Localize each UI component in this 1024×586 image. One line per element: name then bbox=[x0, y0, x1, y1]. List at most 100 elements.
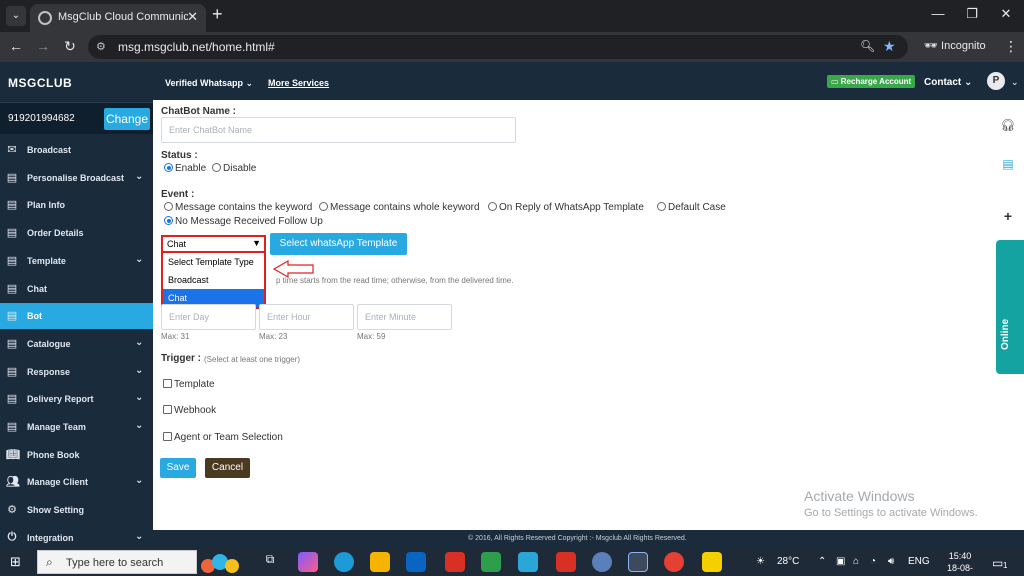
language-indicator[interactable]: ENG bbox=[908, 556, 930, 567]
more-services-link[interactable]: More Services bbox=[268, 78, 329, 88]
back-icon[interactable]: ← bbox=[7, 38, 25, 54]
restore-icon[interactable]: ❐ bbox=[962, 6, 982, 22]
add-icon[interactable]: + bbox=[996, 204, 1020, 228]
forward-icon[interactable]: → bbox=[34, 38, 52, 54]
notification-icon[interactable]: ▭ bbox=[992, 556, 1003, 570]
contact-menu[interactable]: Contact ⌄ bbox=[924, 77, 972, 88]
volume-icon[interactable]: 🔊︎ bbox=[888, 556, 894, 567]
trigger-template-option[interactable]: Template bbox=[163, 379, 215, 390]
reload-icon[interactable]: ↻ bbox=[61, 38, 79, 55]
close-tab-icon[interactable]: ✕ bbox=[187, 9, 198, 25]
browser-tab[interactable]: MsgClub Cloud Communicatio ✕ bbox=[30, 4, 206, 32]
trigger-agent-checkbox[interactable] bbox=[163, 432, 172, 441]
anydesk-icon[interactable] bbox=[556, 552, 576, 572]
wps-icon[interactable] bbox=[445, 552, 465, 572]
support-headset-icon[interactable]: 🎧︎ bbox=[996, 113, 1020, 137]
event-option-keyword[interactable]: Message contains the keyword bbox=[164, 202, 312, 213]
chrome-profile-icon[interactable] bbox=[664, 552, 684, 572]
chrome-icon[interactable] bbox=[628, 552, 648, 572]
edge-icon[interactable] bbox=[334, 552, 354, 572]
url-text[interactable]: msg.msgclub.net/home.html# bbox=[118, 40, 275, 54]
sidebar-item-integration[interactable]: ⏻ Integration ⌄ bbox=[0, 525, 153, 548]
status-disable-option[interactable]: Disable bbox=[212, 163, 256, 174]
sidebar-item-broadcast[interactable]: ✉ Broadcast bbox=[0, 137, 153, 163]
close-window-icon[interactable]: ✕ bbox=[996, 6, 1016, 22]
event-option-template-reply[interactable]: On Reply of WhatsApp Template bbox=[488, 202, 644, 213]
bookmark-star-icon[interactable]: ★ bbox=[883, 38, 896, 55]
sidebar-item-personalise-broadcast[interactable]: ▤ Personalise Broadcast ⌄ bbox=[0, 165, 153, 191]
dropdown-option-select[interactable]: Select Template Type bbox=[163, 253, 264, 271]
radio-default-case[interactable] bbox=[657, 202, 666, 211]
new-tab-button[interactable]: + bbox=[212, 4, 223, 25]
save-button[interactable]: Save bbox=[160, 458, 196, 478]
chatbot-name-input[interactable]: Enter ChatBot Name bbox=[161, 117, 516, 143]
sidebar-item-template[interactable]: ▤ Template ⌄ bbox=[0, 248, 153, 274]
radio-no-message[interactable] bbox=[164, 216, 173, 225]
status-enable-option[interactable]: Enable bbox=[164, 163, 206, 174]
event-option-no-message[interactable]: No Message Received Follow Up bbox=[164, 216, 323, 227]
change-number-button[interactable]: Change bbox=[104, 108, 150, 130]
sidebar-item-manage-client[interactable]: 👥︎ Manage Client ⌄ bbox=[0, 469, 153, 495]
tray-chevron-up-icon[interactable]: ⌃ bbox=[818, 556, 826, 567]
sidebar-item-show-setting[interactable]: ⚙ Show Setting bbox=[0, 497, 153, 523]
taskbar-search[interactable]: ⌕ Type here to search bbox=[37, 550, 197, 574]
followup-hour-input[interactable]: Enter Hour bbox=[259, 304, 354, 330]
task-view-icon[interactable]: ⧉ bbox=[260, 552, 280, 572]
spreadsheet-icon[interactable] bbox=[481, 552, 501, 572]
online-status-tab[interactable]: Online bbox=[996, 240, 1024, 374]
sidebar-item-order-details[interactable]: ▤ Order Details bbox=[0, 220, 153, 246]
trigger-agent-option[interactable]: Agent or Team Selection bbox=[163, 432, 283, 443]
trigger-template-checkbox[interactable] bbox=[163, 379, 172, 388]
recharge-account-button[interactable]: ▭ Recharge Account bbox=[827, 75, 916, 88]
radio-whole-keyword[interactable] bbox=[319, 202, 328, 211]
balloons-icon[interactable] bbox=[200, 552, 244, 573]
template-type-select[interactable]: Chat ▼ bbox=[161, 235, 266, 253]
sidebar-item-response[interactable]: ▤ Response ⌄ bbox=[0, 359, 153, 385]
sidebar-item-chat[interactable]: ▤ Chat bbox=[0, 276, 153, 302]
cancel-button[interactable]: Cancel bbox=[205, 458, 250, 478]
radio-keyword[interactable] bbox=[164, 202, 173, 211]
tool-app-icon[interactable] bbox=[592, 552, 612, 572]
sidebar-item-bot[interactable]: ▤ Bot bbox=[0, 303, 153, 330]
clipboard-icon[interactable]: ▤ bbox=[996, 152, 1020, 176]
outlook-icon[interactable] bbox=[406, 552, 426, 572]
sidebar-item-manage-team[interactable]: ▤ Manage Team ⌄ bbox=[0, 414, 153, 440]
followup-day-input[interactable]: Enter Day bbox=[161, 304, 256, 330]
followup-minute-input[interactable]: Enter Minute bbox=[357, 304, 452, 330]
wifi-icon[interactable]: ◔ bbox=[870, 556, 876, 567]
weather-temp[interactable]: 28°C bbox=[777, 556, 799, 567]
sticky-notes-icon[interactable] bbox=[702, 552, 722, 572]
tray-app-icon[interactable]: ▣ bbox=[836, 556, 845, 567]
radio-template-reply[interactable] bbox=[488, 202, 497, 211]
file-explorer-icon[interactable] bbox=[370, 552, 390, 572]
incognito-indicator[interactable]: 🕶︎ Incognito bbox=[924, 39, 986, 52]
trigger-webhook-option[interactable]: Webhook bbox=[163, 405, 216, 416]
sidebar-item-delivery-report[interactable]: ▤ Delivery Report ⌄ bbox=[0, 386, 153, 412]
select-whatsapp-template-button[interactable]: Select whatsApp Template bbox=[270, 233, 407, 255]
taskbar-clock[interactable]: 15:40 18-08-2025 bbox=[940, 550, 980, 586]
radio-enable[interactable] bbox=[164, 163, 173, 172]
zoom-icon[interactable]: 🔍︎ bbox=[860, 39, 875, 53]
minimize-icon[interactable]: — bbox=[928, 6, 948, 21]
chevron-down-icon[interactable]: ⌄ bbox=[1011, 77, 1019, 88]
copilot-icon[interactable] bbox=[298, 552, 318, 572]
trigger-webhook-checkbox[interactable] bbox=[163, 405, 172, 414]
brand-logo[interactable]: MSGCLUB bbox=[8, 76, 72, 90]
network-icon[interactable]: ⌂ bbox=[853, 556, 859, 567]
event-option-default-case[interactable]: Default Case bbox=[657, 202, 726, 213]
windows-start-icon[interactable]: ⊞ bbox=[10, 554, 21, 570]
avatar[interactable]: P bbox=[987, 72, 1005, 90]
browser-menu-icon[interactable]: ⋮ bbox=[1004, 38, 1018, 55]
radio-disable[interactable] bbox=[212, 163, 221, 172]
sidebar-item-phone-book[interactable]: 📖︎ Phone Book bbox=[0, 442, 153, 468]
event-option-whole-keyword[interactable]: Message contains whole keyword bbox=[319, 202, 480, 213]
tab-search-button[interactable]: ⌄ bbox=[6, 6, 26, 26]
network-app-icon[interactable] bbox=[518, 552, 538, 572]
sidebar-item-plan-info[interactable]: ▤ Plan Info bbox=[0, 192, 153, 218]
weather-icon[interactable]: ☀︎ bbox=[756, 556, 765, 567]
sidebar-item-catalogue[interactable]: ▤ Catalogue ⌄ bbox=[0, 331, 153, 357]
url-field[interactable]: ⚙ msg.msgclub.net/home.html# 🔍︎ ★ bbox=[88, 35, 908, 59]
site-info-icon[interactable]: ⚙ bbox=[96, 40, 106, 53]
dropdown-option-broadcast[interactable]: Broadcast bbox=[163, 271, 264, 289]
verified-whatsapp-menu[interactable]: Verified Whatsapp ⌄ bbox=[165, 78, 253, 89]
